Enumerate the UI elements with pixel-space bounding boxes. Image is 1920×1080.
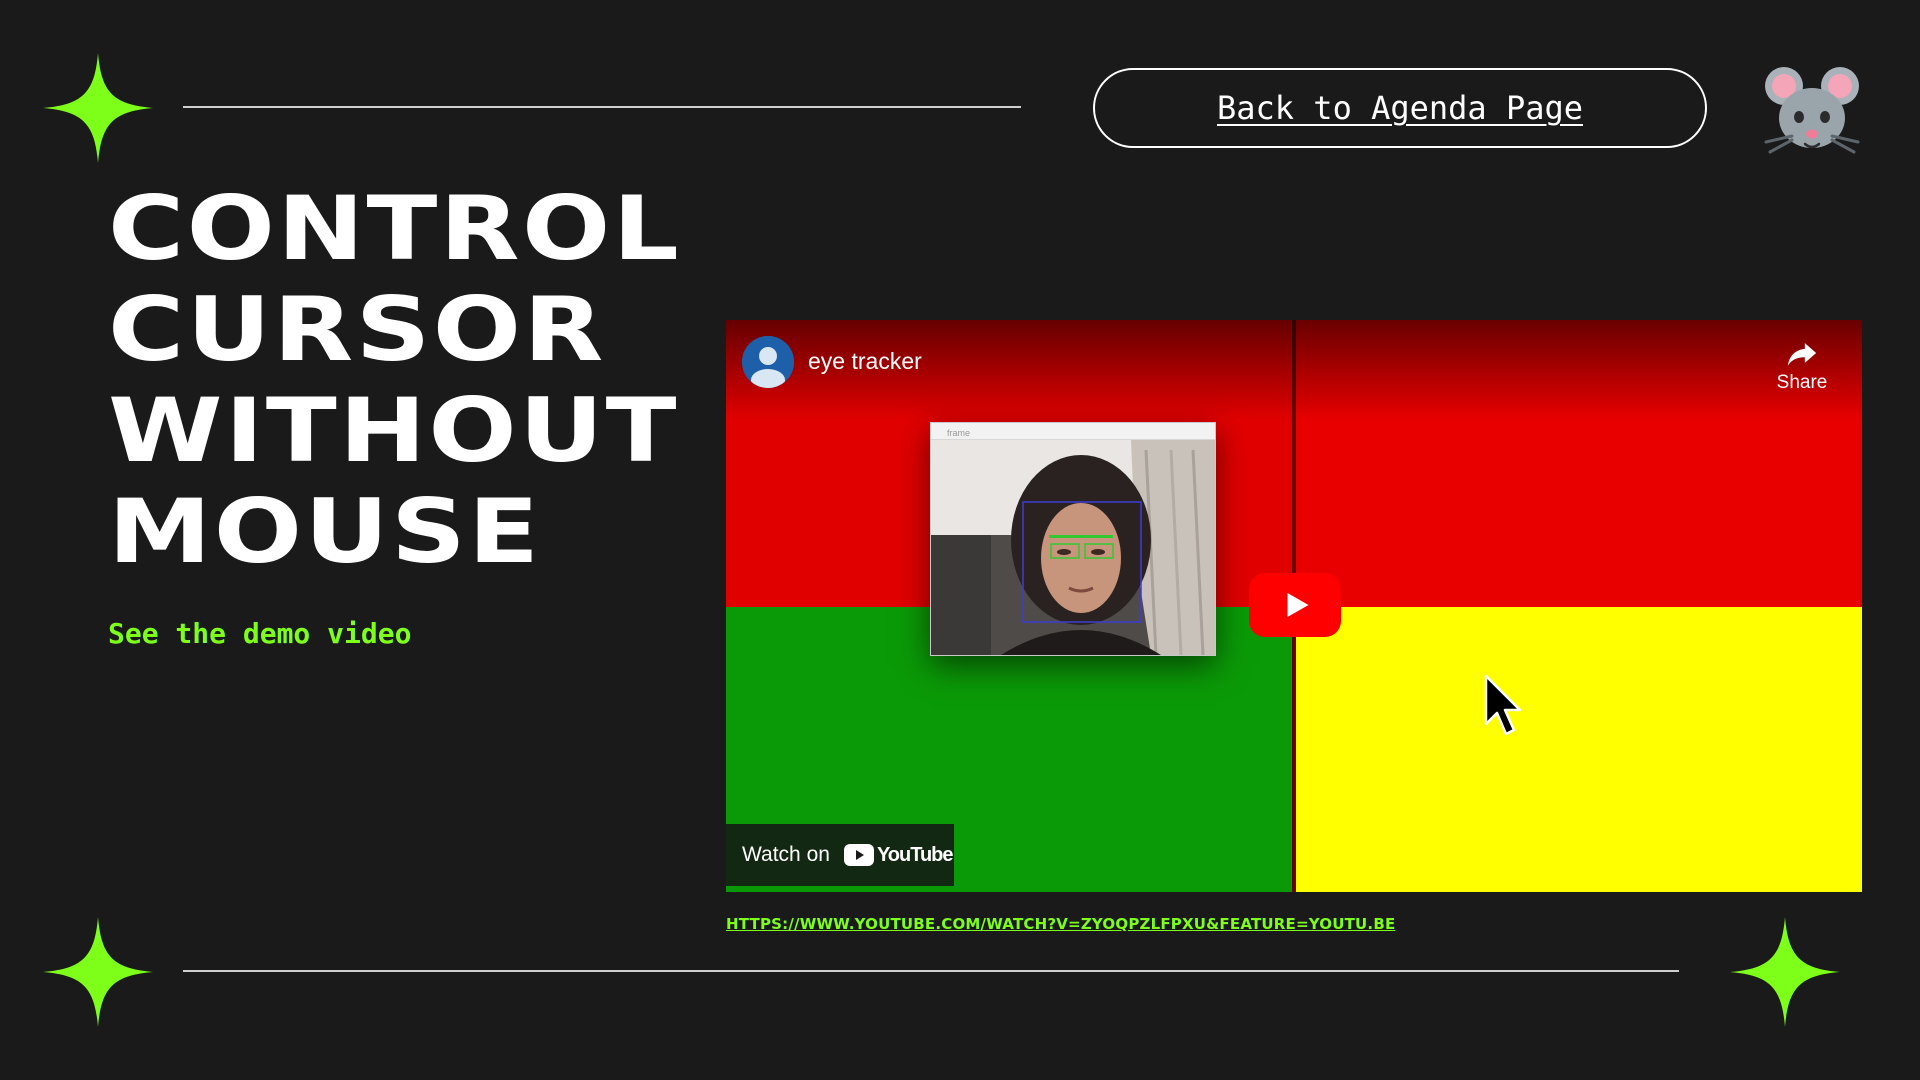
webcam-window-titlebar: frame (931, 423, 1215, 440)
sparkle-star-icon (1730, 917, 1840, 1027)
play-icon (1287, 593, 1309, 617)
share-label: Share (1776, 372, 1828, 393)
channel-avatar[interactable] (742, 336, 794, 388)
share-button[interactable]: Share (1772, 336, 1832, 394)
bottom-divider-line (183, 970, 1679, 972)
youtube-play-logo-icon (843, 844, 874, 866)
webcam-window: frame (930, 422, 1216, 656)
video-play-button[interactable] (1249, 573, 1341, 637)
sparkle-star-icon (43, 53, 153, 163)
watch-on-youtube-button[interactable]: Watch on YouTube (726, 824, 954, 886)
youtube-logo-text: YouTube (876, 843, 954, 866)
youtube-logo: YouTube (843, 843, 954, 867)
back-to-agenda-button[interactable]: Back to Agenda Page (1093, 68, 1707, 148)
video-quadrant-yellow (1296, 607, 1862, 892)
youtube-video-link[interactable]: HTTPS://WWW.YOUTUBE.COM/WATCH?V=ZYOQPZLF… (726, 915, 1395, 933)
demo-video-caption: See the demo video (108, 617, 412, 650)
webcam-window-title: frame (947, 428, 971, 438)
video-channel-title[interactable]: eye tracker (808, 348, 922, 375)
youtube-video-embed[interactable]: eye tracker Share frame Watch on YouTube (726, 320, 1862, 892)
mouse-pointer-icon (1482, 674, 1528, 738)
mouse-face-icon (1762, 62, 1862, 162)
page-title-line: CONTROL (108, 177, 682, 280)
back-to-agenda-label: Back to Agenda Page (1216, 89, 1584, 127)
watch-on-label: Watch on (742, 843, 830, 866)
webcam-feed-image (931, 440, 1215, 655)
top-divider-line (183, 106, 1021, 108)
share-arrow-icon (1787, 343, 1817, 366)
sparkle-star-icon (43, 917, 153, 1027)
